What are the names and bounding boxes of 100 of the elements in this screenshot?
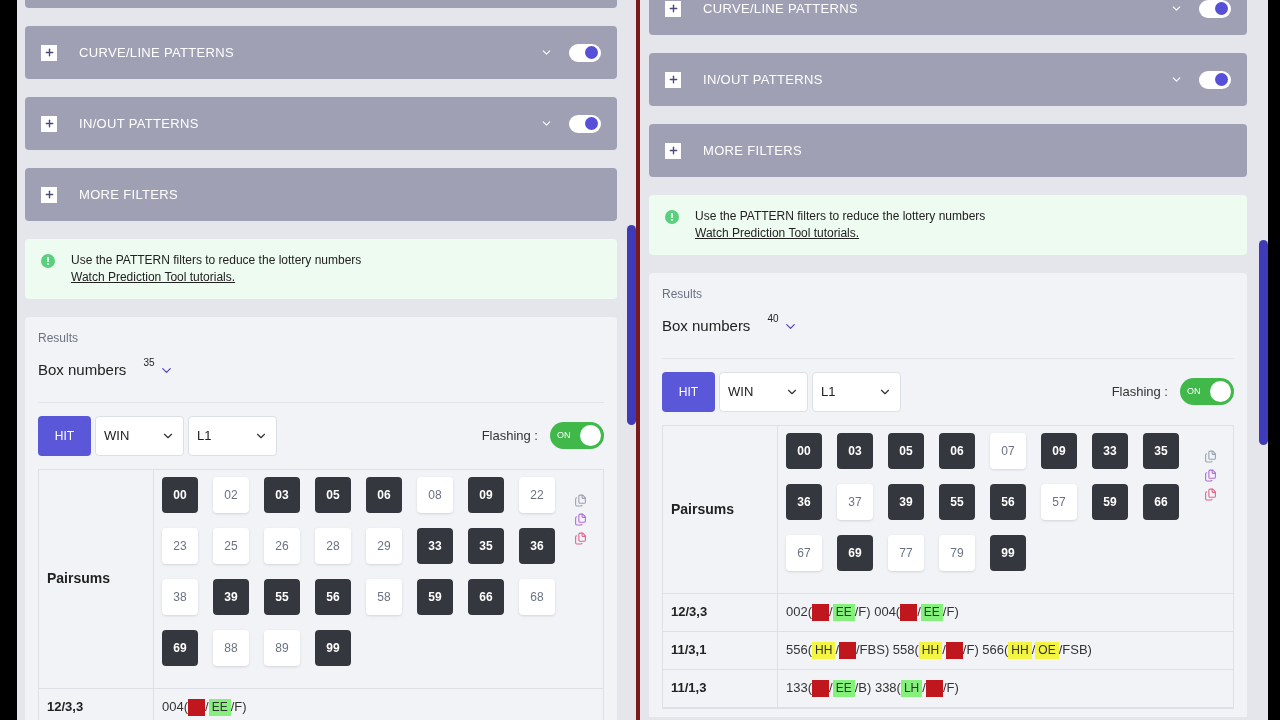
plus-icon <box>41 115 57 132</box>
tutorials-link[interactable]: Watch Prediction Tool tutorials. <box>695 225 860 242</box>
number-tile[interactable]: 59 <box>1092 483 1128 520</box>
number-tile[interactable]: 58 <box>366 578 402 615</box>
number-tile[interactable]: 23 <box>162 527 198 564</box>
flashing-label: Flashing : <box>1111 382 1168 401</box>
box-count: 35 <box>143 356 155 370</box>
pattern-text: 556( HH / /FBS) 558( HH / /F) 566( HH / OE /FSB) <box>786 641 1092 660</box>
toggle-switch[interactable] <box>1199 0 1231 18</box>
number-tile[interactable]: 28 <box>315 527 351 564</box>
number-tile[interactable]: 02 <box>213 476 249 513</box>
number-tile[interactable]: 05 <box>315 476 351 513</box>
number-tile[interactable]: 55 <box>939 483 975 520</box>
number-tile[interactable]: 09 <box>1041 432 1077 469</box>
number-tile[interactable]: 99 <box>315 629 351 666</box>
row-label: Pairsums <box>671 499 735 519</box>
number-tile[interactable]: 69 <box>162 629 198 666</box>
accordion-title: MORE FILTERS <box>79 185 178 204</box>
number-tile[interactable]: 38 <box>162 578 198 615</box>
number-tile[interactable]: 59 <box>417 578 453 615</box>
number-tile[interactable]: 39 <box>213 578 249 615</box>
number-tile[interactable]: 33 <box>417 527 453 564</box>
dropdown-select[interactable]: WIN <box>719 371 808 412</box>
number-tile[interactable]: 00 <box>162 476 198 513</box>
box-count: 40 <box>767 312 779 326</box>
row-label: 12/3,3 <box>47 698 84 717</box>
row-label: 11/3,1 <box>671 641 707 660</box>
number-tile[interactable]: 00 <box>786 432 822 469</box>
number-tile[interactable]: 69 <box>837 534 873 571</box>
scrollbar[interactable] <box>1259 240 1268 445</box>
number-tile[interactable]: 77 <box>888 534 924 571</box>
number-tile[interactable]: 06 <box>366 476 402 513</box>
number-tile[interactable]: 57 <box>1041 483 1077 520</box>
number-tile[interactable]: 08 <box>417 476 453 513</box>
number-tile[interactable]: 22 <box>519 476 555 513</box>
number-tile[interactable]: 99 <box>990 534 1026 571</box>
accordion-title: CURVE/LINE PATTERNS <box>703 0 858 18</box>
plus-icon <box>665 142 681 159</box>
number-tile[interactable]: 07 <box>990 432 1026 469</box>
row-label: 11/1,3 <box>671 679 707 698</box>
number-tile[interactable]: 68 <box>519 578 555 615</box>
toggle-switch[interactable] <box>569 114 601 133</box>
plus-icon <box>665 71 681 88</box>
number-tile[interactable]: 25 <box>213 527 249 564</box>
number-tile[interactable]: 35 <box>1143 432 1179 469</box>
number-tile[interactable]: 35 <box>468 527 504 564</box>
number-tile[interactable]: 03 <box>264 476 300 513</box>
copy-icon[interactable] <box>574 493 587 507</box>
number-tile[interactable]: 05 <box>888 432 924 469</box>
tutorials-link[interactable]: Watch Prediction Tool tutorials. <box>71 269 236 286</box>
number-tile[interactable]: 66 <box>468 578 504 615</box>
number-tile[interactable]: 56 <box>990 483 1026 520</box>
number-tile[interactable]: 26 <box>264 527 300 564</box>
pattern-text: 004( / EE /F) <box>162 698 247 717</box>
toggle-switch[interactable] <box>1199 70 1231 89</box>
pattern-text: 002( / EE /F) 004( / EE /F) <box>786 603 959 622</box>
dropdown-select[interactable]: WIN <box>95 415 184 456</box>
plus-icon <box>41 44 57 61</box>
box-numbers-title: Box numbers <box>662 316 751 336</box>
accordion-title: MORE FILTERS <box>703 141 802 160</box>
copy-icon[interactable] <box>1204 449 1217 463</box>
scrollbar[interactable] <box>627 225 636 425</box>
number-tile[interactable]: 29 <box>366 527 402 564</box>
number-tile[interactable]: 67 <box>786 534 822 571</box>
copy-icon[interactable] <box>574 512 587 526</box>
number-tile[interactable]: 36 <box>519 527 555 564</box>
number-tile[interactable]: 55 <box>264 578 300 615</box>
number-tile[interactable]: 33 <box>1092 432 1128 469</box>
number-tile[interactable]: 39 <box>888 483 924 520</box>
accordion-title: IN/OUT PATTERNS <box>79 114 199 133</box>
plus-icon <box>665 0 681 17</box>
dropdown-select[interactable]: L1 <box>812 371 901 412</box>
alert-message: Use the PATTERN filters to reduce the lottery numbers <box>695 208 986 225</box>
number-tile[interactable]: 36 <box>786 483 822 520</box>
row-label: 12/3,3 <box>671 603 708 622</box>
toggle-switch[interactable] <box>569 43 601 62</box>
pattern-text: 133( / EE /B) 338( LH / /F) <box>786 679 959 698</box>
copy-icon[interactable] <box>1204 487 1217 501</box>
accordion-title: CURVE/LINE PATTERNS <box>79 43 234 62</box>
box-numbers-title: Box numbers <box>38 360 127 380</box>
number-tile[interactable]: 56 <box>315 578 351 615</box>
number-tile[interactable]: 88 <box>213 629 249 666</box>
copy-icon[interactable] <box>574 531 587 545</box>
row-label: Pairsums <box>47 569 111 588</box>
number-tile[interactable]: 06 <box>939 432 975 469</box>
accordion-title: IN/OUT PATTERNS <box>703 70 823 89</box>
alert-message: Use the PATTERN filters to reduce the lottery numbers <box>71 252 362 269</box>
number-tile[interactable]: 03 <box>837 432 873 469</box>
number-tile[interactable]: 66 <box>1143 483 1179 520</box>
alert-icon <box>665 210 679 224</box>
dropdown-select[interactable]: L1 <box>188 415 277 456</box>
number-tile[interactable]: 09 <box>468 476 504 513</box>
results-label: Results <box>662 286 703 303</box>
copy-icon[interactable] <box>1204 468 1217 482</box>
alert-icon <box>41 254 55 268</box>
number-tile[interactable]: 89 <box>264 629 300 666</box>
number-tile[interactable]: 79 <box>939 534 975 571</box>
hit-button[interactable]: HIT <box>662 371 715 412</box>
number-tile[interactable]: 37 <box>837 483 873 520</box>
hit-button[interactable]: HIT <box>38 415 91 456</box>
